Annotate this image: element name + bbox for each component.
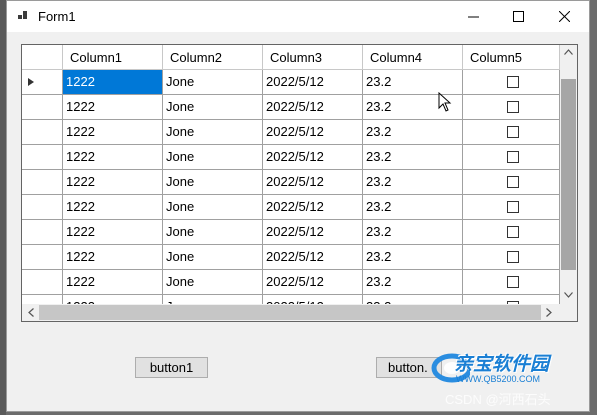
vertical-scrollbar[interactable] (560, 45, 577, 304)
mouse-pointer-icon (438, 92, 452, 112)
checkbox[interactable] (507, 176, 519, 188)
checkbox-cell[interactable] (463, 70, 560, 95)
table-cell[interactable]: 23.2 (363, 245, 463, 270)
row-header[interactable] (22, 120, 63, 145)
table-cell[interactable]: 1222 (63, 70, 163, 95)
table-cell[interactable]: 2022/5/12 (263, 170, 363, 195)
button1[interactable]: button1 (135, 357, 208, 378)
table-cell[interactable]: 2022/5/12 (263, 120, 363, 145)
table-cell[interactable]: 2022/5/12 (263, 145, 363, 170)
horizontal-scroll-thumb[interactable] (39, 305, 541, 320)
table-cell[interactable]: Jone (163, 95, 263, 120)
table-cell[interactable]: 23.2 (363, 120, 463, 145)
vertical-scroll-thumb[interactable] (561, 79, 576, 270)
checkbox-cell[interactable] (463, 245, 560, 270)
row-header[interactable] (22, 70, 63, 95)
maximize-button[interactable] (495, 1, 541, 32)
row-header[interactable] (22, 195, 63, 220)
table-cell[interactable]: 2022/5/12 (263, 270, 363, 295)
table-cell[interactable]: 2022/5/12 (263, 70, 363, 95)
checkbox[interactable] (507, 276, 519, 288)
grid-corner-header[interactable] (22, 45, 63, 70)
row-header[interactable] (22, 245, 63, 270)
table-cell[interactable]: 2022/5/12 (263, 195, 363, 220)
maximize-icon (512, 11, 524, 22)
row-header[interactable] (22, 95, 63, 120)
table-cell[interactable]: 23.2 (363, 220, 463, 245)
scroll-up-icon[interactable] (564, 49, 573, 55)
window-title: Form1 (38, 9, 76, 24)
column-header-4[interactable]: Column4 (363, 45, 463, 70)
checkbox[interactable] (507, 126, 519, 138)
checkbox[interactable] (507, 201, 519, 213)
column-header-2[interactable]: Column2 (163, 45, 263, 70)
table-cell[interactable]: Jone (163, 170, 263, 195)
table-cell[interactable]: 1222 (63, 245, 163, 270)
table-cell[interactable]: Jone (163, 145, 263, 170)
checkbox-cell[interactable] (463, 220, 560, 245)
table-cell[interactable]: 23.2 (363, 170, 463, 195)
table-cell[interactable]: 1222 (63, 195, 163, 220)
table-cell[interactable]: 23.2 (363, 195, 463, 220)
title-bar[interactable]: Form1 (7, 1, 589, 32)
checkbox-cell[interactable] (463, 170, 560, 195)
checkbox-cell[interactable] (463, 270, 560, 295)
minimize-button[interactable] (450, 1, 496, 32)
watermark-brand: 亲宝软件园 (454, 354, 550, 375)
table-cell[interactable]: 1222 (63, 120, 163, 145)
minimize-icon (467, 16, 479, 18)
watermark-site: WWW.QB5200.COM (456, 374, 541, 384)
table-cell[interactable]: 1222 (63, 270, 163, 295)
horizontal-scrollbar[interactable] (22, 304, 560, 321)
table-cell[interactable]: 1222 (63, 170, 163, 195)
scroll-down-icon[interactable] (564, 292, 573, 298)
column-header-1[interactable]: Column1 (63, 45, 163, 70)
checkbox[interactable] (507, 151, 519, 163)
table-cell[interactable]: Jone (163, 120, 263, 145)
table-cell[interactable]: 2022/5/12 (263, 95, 363, 120)
close-button[interactable] (541, 1, 587, 32)
checkbox-cell[interactable] (463, 120, 560, 145)
row-header[interactable] (22, 145, 63, 170)
scroll-left-icon[interactable] (28, 308, 34, 317)
row-header[interactable] (22, 170, 63, 195)
checkbox-cell[interactable] (463, 145, 560, 170)
table-cell[interactable]: 23.2 (363, 270, 463, 295)
checkbox[interactable] (507, 251, 519, 263)
triangle-right-icon (28, 78, 34, 86)
column-header-3[interactable]: Column3 (263, 45, 363, 70)
table-cell[interactable]: Jone (163, 245, 263, 270)
watermark-logo: 亲宝软件园 WWW.QB5200.COM (430, 340, 590, 396)
data-grid-view[interactable]: Column1 Column2 Column3 Column4 Column5 … (21, 44, 578, 322)
row-header[interactable] (22, 220, 63, 245)
checkbox[interactable] (507, 101, 519, 113)
checkbox[interactable] (507, 226, 519, 238)
form-icon (18, 11, 28, 21)
table-cell[interactable]: 2022/5/12 (263, 220, 363, 245)
checkbox[interactable] (507, 76, 519, 88)
watermark-credit: CSDN @河西石头 (445, 392, 551, 407)
scroll-right-icon[interactable] (546, 308, 552, 317)
row-header[interactable] (22, 270, 63, 295)
table-cell[interactable]: 2022/5/12 (263, 245, 363, 270)
table-cell[interactable]: 1222 (63, 220, 163, 245)
close-icon (558, 11, 570, 22)
table-cell[interactable]: 1222 (63, 145, 163, 170)
table-cell[interactable]: Jone (163, 270, 263, 295)
table-cell[interactable]: 23.2 (363, 145, 463, 170)
table-cell[interactable]: Jone (163, 220, 263, 245)
table-cell[interactable]: Jone (163, 195, 263, 220)
table-cell[interactable]: Jone (163, 70, 263, 95)
table-cell[interactable]: 1222 (63, 95, 163, 120)
checkbox-cell[interactable] (463, 195, 560, 220)
checkbox-cell[interactable] (463, 95, 560, 120)
column-header-5[interactable]: Column5 (463, 45, 560, 70)
scrollbar-corner (560, 304, 577, 321)
